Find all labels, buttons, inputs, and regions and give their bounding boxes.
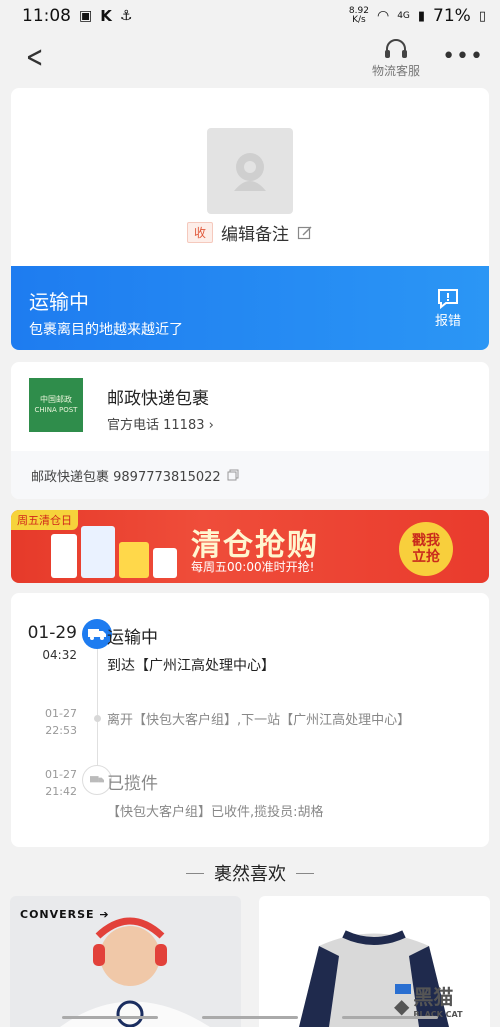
top-nav: < 物流客服 ••• — [0, 32, 500, 84]
event-time: 21:42 — [45, 785, 77, 798]
package-placeholder-icon — [234, 153, 266, 191]
grab-button[interactable]: 戳我立抢 — [399, 522, 453, 576]
courier-phone: 官方电话 11183 — [107, 418, 205, 433]
tracking-timeline-card: 01-29 04:32 运输中 到达【广州江高处理中心】 01-27 22:53… — [11, 593, 489, 847]
copy-icon[interactable] — [227, 469, 239, 481]
nav-handle — [342, 1016, 438, 1019]
timeline-dot — [94, 715, 101, 722]
network-speed: 8.92 K/s — [348, 6, 369, 25]
k-app-icon: K — [100, 7, 112, 25]
event-time: 22:53 — [45, 724, 77, 737]
signal-icon: ▮ — [417, 8, 426, 24]
product-card[interactable]: CONVERSE ➔ — [10, 896, 241, 1027]
divider — [296, 872, 314, 874]
watermark-sub: BLACK CAT — [413, 1010, 463, 1019]
report-error-button[interactable]: 报错 — [435, 288, 461, 329]
event-detail: 到达【广州江高处理中心】 — [107, 658, 275, 674]
tracking-number-row: 邮政快递包裹 9897773815022 — [11, 451, 489, 499]
event-date: 01-27 — [45, 707, 77, 720]
more-icon[interactable]: ••• — [442, 44, 484, 69]
status-subtitle: 包裹离目的地越来越近了 — [29, 322, 183, 338]
event-detail: 离开【快包大客户组】,下一站【广州江高处理中心】 — [107, 713, 411, 728]
courier-card: 中国邮政 CHINA POST 邮政快递包裹 官方电话 11183 › 邮政快递… — [11, 362, 489, 499]
event-status: 已揽件 — [107, 774, 158, 794]
divider — [186, 872, 204, 874]
event-detail: 【快包大客户组】已收件,揽投员:胡格 — [107, 805, 324, 820]
chevron-right-icon: › — [208, 418, 214, 433]
clock: 11:08 — [22, 6, 71, 26]
tracking-number: 邮政快递包裹 9897773815022 — [31, 469, 221, 485]
watermark-text: 黑猫 — [413, 985, 454, 1009]
headset-icon — [385, 38, 408, 58]
event-date: 01-29 — [27, 623, 77, 643]
logo-text-cn: 中国邮政 — [40, 395, 72, 404]
back-icon[interactable]: < — [26, 43, 44, 73]
truck-icon — [90, 776, 104, 783]
recommend-title: 裹然喜欢 — [214, 864, 286, 885]
courier-phone-link[interactable]: 官方电话 11183 › — [107, 414, 214, 433]
status-bar: 11:08 ▣ K ⚓ 8.92 K/s ◠ 4G ▮ 71% ▯ — [0, 0, 500, 32]
battery-icon: ▯ — [478, 8, 486, 24]
package-header-card: 收 编辑备注 运输中 包裹离目的地越来越近了 报错 — [11, 88, 489, 350]
report-icon — [437, 289, 458, 310]
network-type: 4G — [397, 11, 410, 21]
product-card[interactable]: ◆ 黑猫 BLACK CAT — [259, 896, 490, 1027]
promo-banner[interactable]: 周五清仓日 清仓抢购 每周五00:00准时开抢! 戳我立抢 — [11, 510, 489, 583]
report-label: 报错 — [434, 314, 461, 329]
cat-logo-icon: ◆ — [394, 994, 410, 1018]
service-button[interactable]: 物流客服 — [372, 38, 420, 79]
banner-products-image — [51, 518, 181, 578]
battery-level: 71% — [433, 6, 471, 26]
brand-logo: CONVERSE ➔ — [20, 908, 110, 921]
truck-icon — [88, 629, 106, 640]
shipping-status-band: 运输中 包裹离目的地越来越近了 报错 — [11, 266, 489, 350]
package-image-placeholder — [207, 128, 293, 214]
note-row[interactable]: 收 编辑备注 — [11, 220, 489, 245]
receive-tag: 收 — [186, 222, 213, 243]
service-label: 物流客服 — [372, 63, 421, 78]
notification-icon: ⚓ — [119, 8, 133, 24]
logo-text-en: CHINA POST — [34, 406, 78, 414]
courier-name: 邮政快递包裹 — [107, 389, 209, 409]
edit-icon[interactable] — [297, 225, 313, 241]
event-time: 04:32 — [42, 648, 77, 662]
grab-button-label: 戳我立抢 — [412, 533, 440, 565]
edit-note-label: 编辑备注 — [221, 225, 289, 245]
recommend-section-title: 裹然喜欢 — [0, 860, 500, 886]
event-status: 运输中 — [107, 628, 158, 648]
nav-handle — [62, 1016, 158, 1019]
nav-handle — [202, 1016, 298, 1019]
watermark: ◆ 黑猫 BLACK CAT — [394, 985, 490, 1027]
gallery-icon: ▣ — [79, 8, 93, 24]
banner-subline: 每周五00:00准时开抢! — [191, 560, 315, 574]
china-post-logo: 中国邮政 CHINA POST — [29, 378, 83, 432]
wifi-icon: ◠ — [376, 8, 390, 24]
status-title: 运输中 — [29, 290, 89, 314]
event-date: 01-27 — [45, 768, 77, 781]
